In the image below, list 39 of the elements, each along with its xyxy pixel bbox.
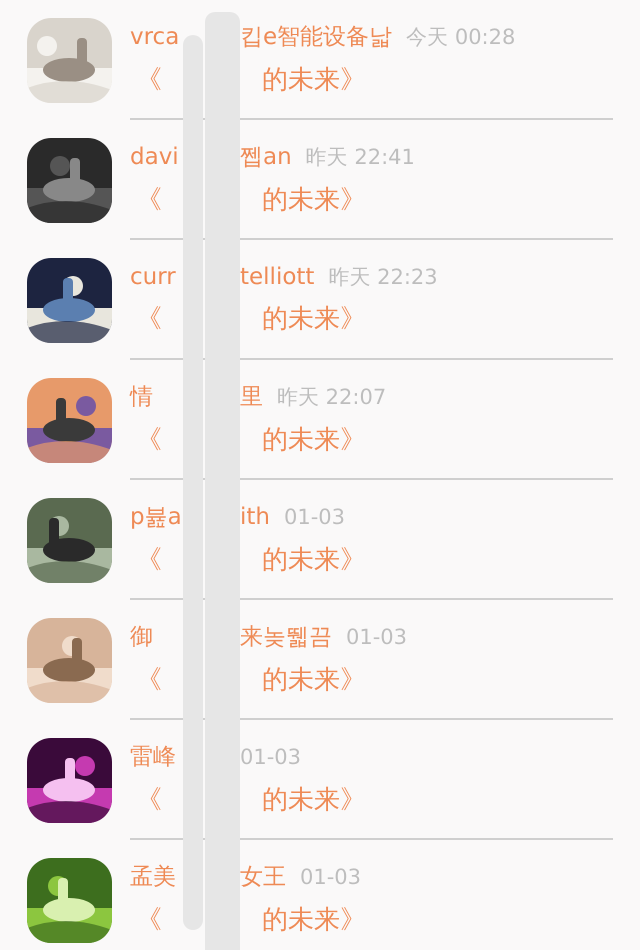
contact-name: telliott bbox=[240, 264, 314, 290]
contact-name: 里 bbox=[240, 383, 263, 412]
message-preview: 的未来》 bbox=[262, 665, 366, 695]
message-preview: 《 bbox=[136, 785, 162, 815]
contact-name: curr bbox=[130, 264, 176, 290]
message-time: 昨天 22:41 bbox=[306, 144, 415, 171]
message-time: 昨天 22:23 bbox=[328, 264, 438, 290]
message-time: 今天 00:28 bbox=[406, 24, 516, 51]
message-preview: 的未来》 bbox=[262, 304, 366, 334]
contact-name: 孟美 bbox=[130, 864, 176, 890]
contact-name: 女王 bbox=[240, 863, 286, 892]
message-preview: 的未来》 bbox=[262, 785, 366, 815]
contact-name: davi bbox=[130, 144, 179, 170]
message-time: 昨天 22:07 bbox=[277, 384, 386, 411]
message-preview: 《 bbox=[136, 65, 162, 95]
message-preview: 《 bbox=[136, 545, 162, 575]
contact-name: vrca bbox=[130, 24, 180, 50]
message-preview: 《 bbox=[136, 185, 162, 215]
contact-name: 御 bbox=[130, 624, 153, 650]
message-time: 01-03 bbox=[240, 745, 302, 769]
message-preview: 《 bbox=[136, 665, 162, 695]
message-preview: 《 bbox=[136, 304, 162, 334]
message-preview: 的未来》 bbox=[262, 65, 366, 95]
contact-name: 雷峰 bbox=[130, 744, 176, 770]
contact-name: 情 bbox=[130, 384, 153, 410]
contact-name: ith bbox=[240, 504, 270, 530]
contact-name: 킵e智能设备낣 bbox=[240, 23, 392, 52]
message-time: 01-03 bbox=[284, 505, 346, 529]
message-preview: 的未来》 bbox=[262, 425, 366, 455]
message-time: 01-03 bbox=[346, 625, 408, 649]
message-preview: 的未来》 bbox=[262, 905, 366, 935]
message-preview: 《 bbox=[136, 425, 162, 455]
message-preview: 的未来》 bbox=[262, 185, 366, 215]
contact-name: 쩹an bbox=[240, 143, 292, 172]
message-preview: 的未来》 bbox=[262, 545, 366, 575]
message-time: 01-03 bbox=[300, 865, 362, 889]
contact-name: p뷾a bbox=[130, 504, 182, 530]
contact-name: 来놎뛟끔 bbox=[240, 623, 332, 652]
message-preview: 《 bbox=[136, 905, 162, 935]
